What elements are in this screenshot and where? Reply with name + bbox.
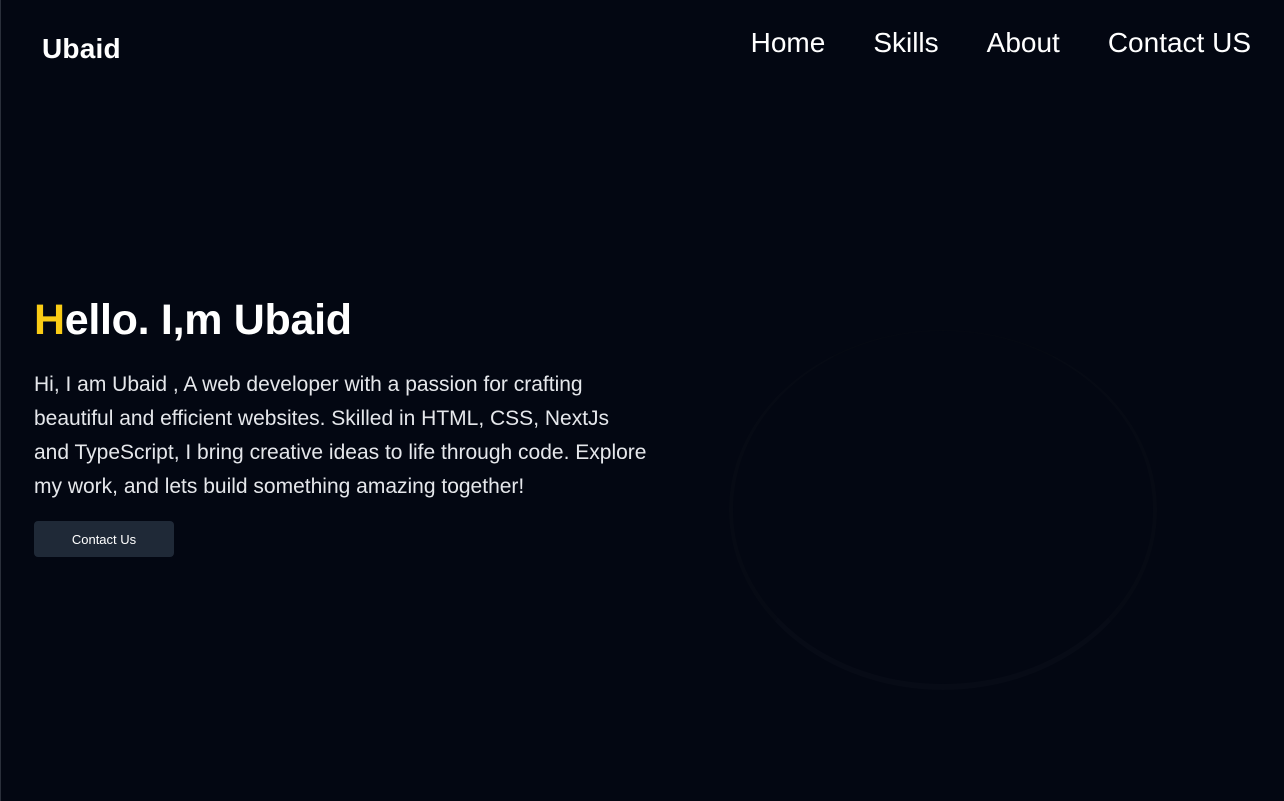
hero-description: Hi, I am Ubaid , A web developer with a … [34, 373, 647, 498]
decorative-circle [729, 330, 1157, 690]
hero-title-text: ello. I,m Ubaid [64, 296, 352, 344]
navbar: Ubaid Home Skills About Contact US [1, 0, 1284, 90]
hero-title: Hello. I,m Ubaid [34, 290, 654, 350]
nav-links: Home Skills About Contact US [751, 27, 1251, 59]
contact-us-button[interactable]: Contact Us [34, 521, 174, 557]
brand-logo[interactable]: Ubaid [42, 33, 121, 65]
nav-link-contact[interactable]: Contact US [1108, 27, 1251, 59]
page: Ubaid Home Skills About Contact US Hello… [0, 0, 1284, 801]
nav-link-home[interactable]: Home [751, 27, 826, 59]
nav-link-about[interactable]: About [987, 27, 1060, 59]
hero-title-accent-letter: H [34, 296, 65, 344]
nav-link-skills[interactable]: Skills [873, 27, 938, 59]
hero-section: Hello. I,m Ubaid Hi, I am Ubaid , A web … [34, 290, 654, 557]
